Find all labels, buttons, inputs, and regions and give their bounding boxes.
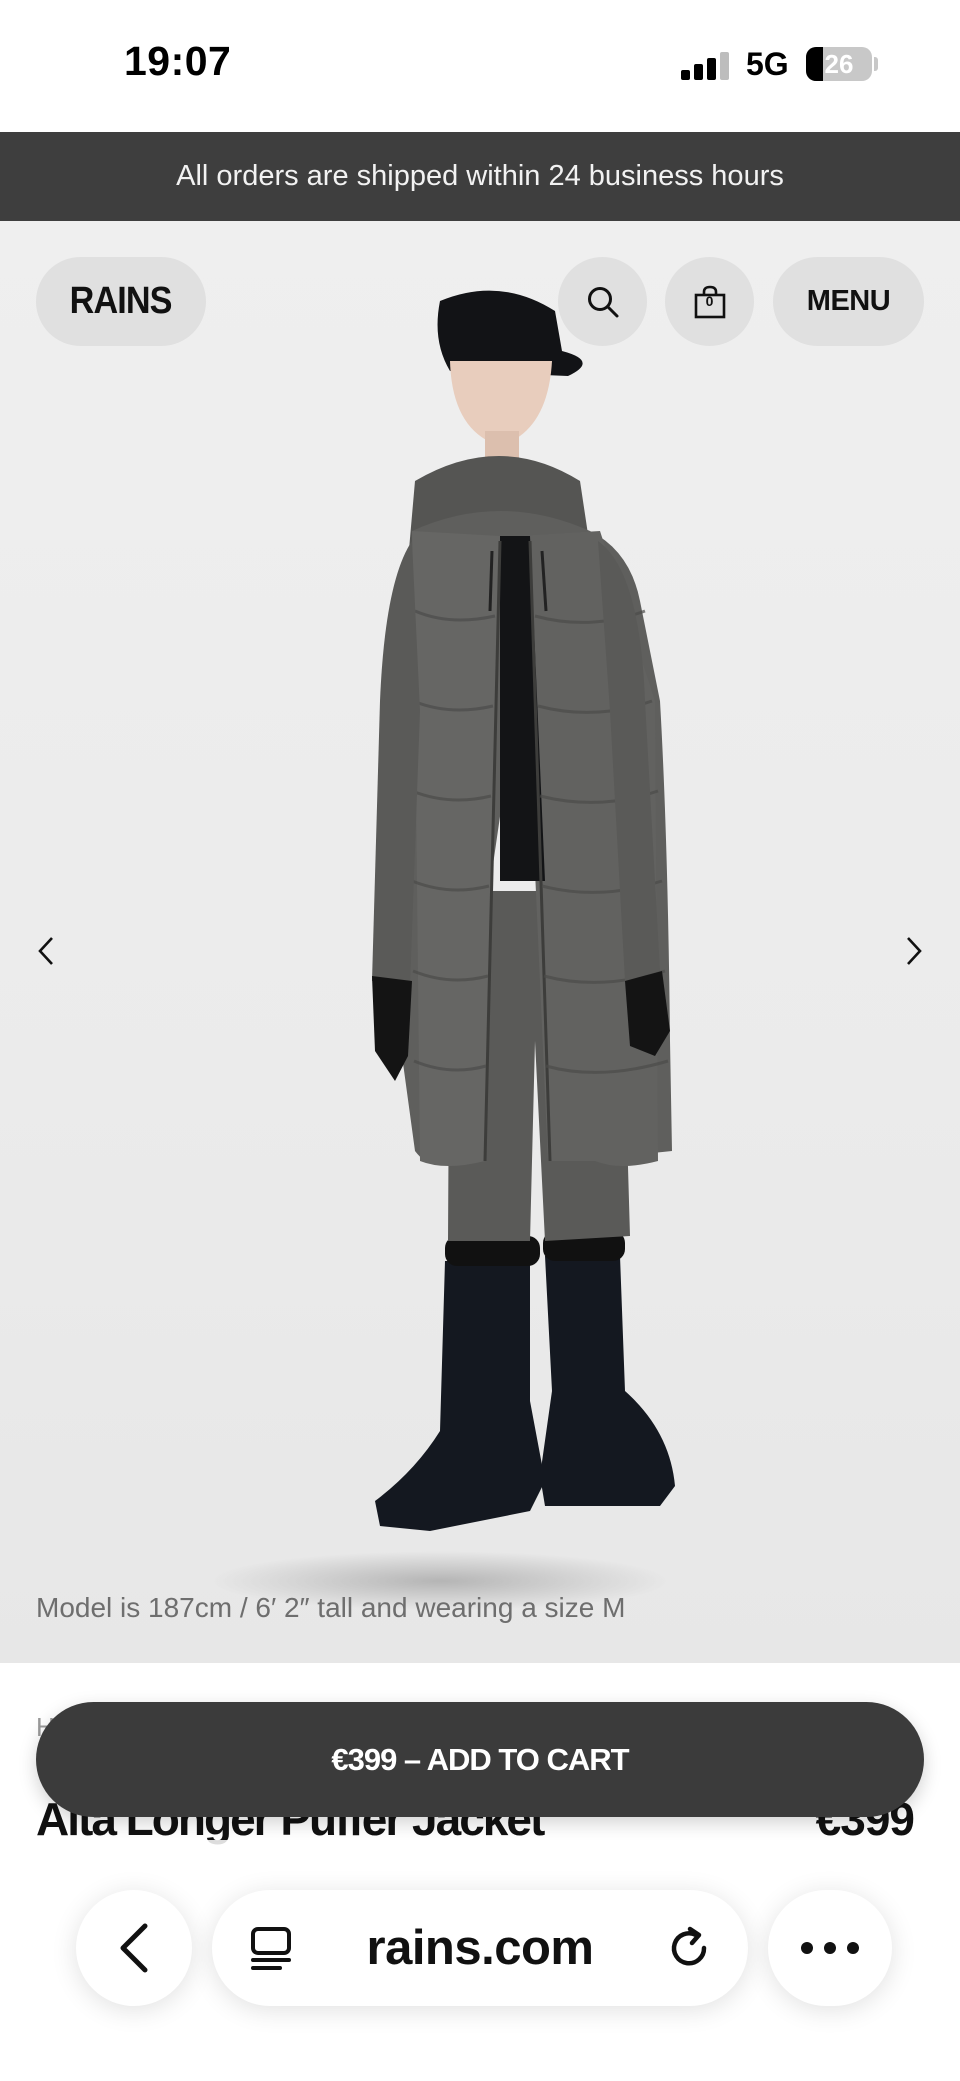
- reload-icon[interactable]: [666, 1925, 712, 1971]
- back-arrow-icon: [120, 1923, 148, 1973]
- search-button[interactable]: [558, 257, 647, 346]
- product-hero: RAINS 0 MENU Model is 187cm / 6′ 2″ tall…: [0, 221, 960, 1663]
- network-label: 5G: [746, 46, 789, 82]
- browser-back-button[interactable]: [76, 1890, 192, 2006]
- cart-button[interactable]: 0: [665, 257, 754, 346]
- search-icon: [587, 286, 618, 317]
- brand-logo: RAINS: [70, 280, 173, 322]
- battery-tip: [874, 57, 878, 71]
- previous-image-button[interactable]: [26, 921, 66, 981]
- battery-icon: 26: [806, 47, 872, 81]
- cart-count: 0: [705, 293, 714, 309]
- address-bar[interactable]: rains.com: [212, 1890, 748, 2006]
- rains-logo-button[interactable]: RAINS: [36, 257, 206, 346]
- browser-more-button[interactable]: [768, 1890, 892, 2006]
- reader-mode-icon: [251, 1927, 291, 1970]
- chevron-right-icon: [907, 937, 922, 965]
- announcement-bar: All orders are shipped within 24 busines…: [0, 132, 960, 221]
- battery-level: 26: [824, 49, 854, 79]
- status-bar: 19:07 5G 26: [0, 0, 960, 132]
- url-text: rains.com: [366, 1921, 594, 1975]
- next-image-button[interactable]: [894, 921, 934, 981]
- status-time: 19:07: [124, 38, 232, 84]
- menu-label: MENU: [806, 285, 891, 317]
- product-image[interactable]: [200, 281, 760, 1601]
- chevron-left-icon: [38, 937, 53, 965]
- signal-icon: [681, 52, 729, 80]
- more-dots-icon: [801, 1942, 859, 1954]
- menu-button[interactable]: MENU: [773, 257, 924, 346]
- model-size-note: Model is 187cm / 6′ 2″ tall and wearing …: [36, 1592, 626, 1623]
- add-to-cart-button[interactable]: €399 – ADD TO CART: [36, 1702, 924, 1817]
